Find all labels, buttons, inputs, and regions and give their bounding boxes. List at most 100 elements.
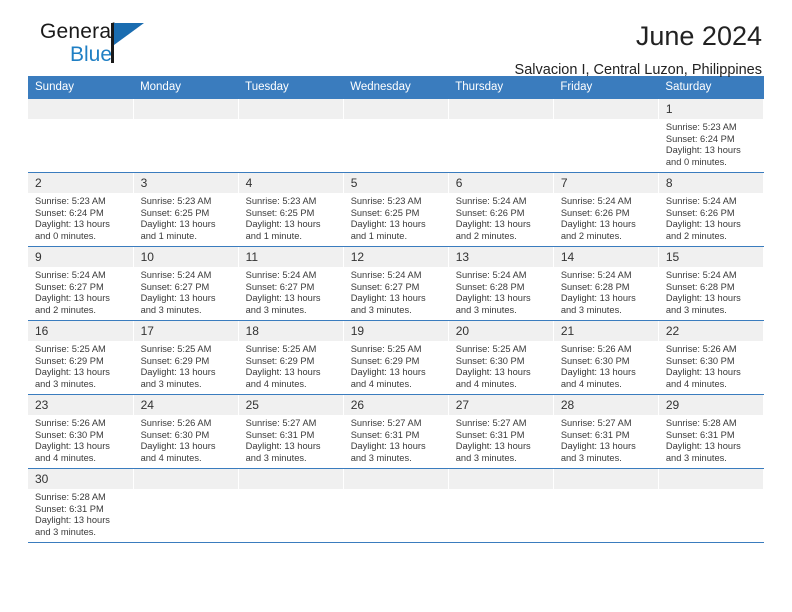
calendar-body: 1 Sunrise: 5:23 AM Sunset: 6:24 PM Daylight… bbox=[28, 99, 765, 543]
calendar-day-cell[interactable]: 28 Sunrise: 5:27 AM Sunset: 6:31 PM Dayligh… bbox=[553, 394, 659, 469]
calendar-day-cell[interactable]: 22 Sunrise: 5:26 AM Sunset: 6:30 PM Dayligh… bbox=[658, 320, 765, 395]
calendar-day-cell[interactable]: 19 Sunrise: 5:25 AM Sunset: 6:29 PM Dayligh… bbox=[343, 320, 449, 395]
calendar-day-cell[interactable]: 2 Sunrise: 5:23 AM Sunset: 6:24 PM Daylight… bbox=[28, 172, 134, 247]
day-details: Sunrise: 5:24 AM Sunset: 6:27 PM Daylight:… bbox=[344, 267, 448, 316]
logo-text-blue: Blue bbox=[70, 43, 113, 66]
calendar-day-cell[interactable]: 15 Sunrise: 5:24 AM Sunset: 6:28 PM Dayligh… bbox=[658, 246, 765, 321]
day-details: Sunrise: 5:23 AM Sunset: 6:25 PM Daylight:… bbox=[344, 193, 448, 242]
sunrise-text: Sunrise: 5:27 AM bbox=[350, 418, 422, 428]
calendar-day-cell[interactable]: 27 Sunrise: 5:27 AM Sunset: 6:31 PM Dayligh… bbox=[448, 394, 554, 469]
sunrise-text: Sunrise: 5:26 AM bbox=[560, 344, 632, 354]
daylight-text: Daylight: 13 hours and 4 minutes. bbox=[560, 367, 636, 389]
day-number: 14 bbox=[553, 247, 658, 267]
daylight-text: Daylight: 13 hours and 2 minutes. bbox=[560, 219, 636, 241]
day-details: Sunrise: 5:26 AM Sunset: 6:30 PM Daylight:… bbox=[554, 341, 658, 390]
day-number-placeholder bbox=[343, 469, 448, 489]
day-details: Sunrise: 5:27 AM Sunset: 6:31 PM Daylight:… bbox=[554, 415, 658, 464]
day-number: 13 bbox=[448, 247, 553, 267]
calendar-day-cell[interactable]: 25 Sunrise: 5:27 AM Sunset: 6:31 PM Dayligh… bbox=[238, 394, 344, 469]
calendar-day-cell[interactable]: 11 Sunrise: 5:24 AM Sunset: 6:27 PM Dayligh… bbox=[238, 246, 344, 321]
sunrise-text: Sunrise: 5:25 AM bbox=[455, 344, 527, 354]
daylight-text: Daylight: 13 hours and 3 minutes. bbox=[455, 441, 531, 463]
day-details: Sunrise: 5:27 AM Sunset: 6:31 PM Daylight:… bbox=[344, 415, 448, 464]
calendar-day-cell[interactable]: 8 Sunrise: 5:24 AM Sunset: 6:26 PM Daylight… bbox=[658, 172, 765, 247]
sunrise-text: Sunrise: 5:26 AM bbox=[35, 418, 106, 428]
calendar-day-cell[interactable]: 23 Sunrise: 5:26 AM Sunset: 6:30 PM Dayligh… bbox=[28, 394, 134, 469]
calendar-day-cell[interactable]: 24 Sunrise: 5:26 AM Sunset: 6:30 PM Dayligh… bbox=[133, 394, 239, 469]
sunset-text: Sunset: 6:31 PM bbox=[245, 429, 315, 440]
day-details: Sunrise: 5:24 AM Sunset: 6:28 PM Daylight:… bbox=[554, 267, 658, 316]
day-number: 1 bbox=[658, 99, 763, 119]
day-number: 19 bbox=[343, 321, 448, 341]
calendar-day-cell[interactable]: 26 Sunrise: 5:27 AM Sunset: 6:31 PM Dayligh… bbox=[343, 394, 449, 469]
calendar-day-cell[interactable]: 9 Sunrise: 5:24 AM Sunset: 6:27 PM Daylight… bbox=[28, 246, 134, 321]
daylight-text: Daylight: 13 hours and 3 minutes. bbox=[560, 441, 636, 463]
sunset-text: Sunset: 6:30 PM bbox=[665, 355, 735, 366]
day-details: Sunrise: 5:25 AM Sunset: 6:29 PM Daylight:… bbox=[134, 341, 238, 390]
day-details: Sunrise: 5:23 AM Sunset: 6:24 PM Daylight:… bbox=[28, 193, 133, 242]
daylight-text: Daylight: 13 hours and 3 minutes. bbox=[350, 293, 426, 315]
sunset-text: Sunset: 6:27 PM bbox=[245, 281, 315, 292]
calendar-day-cell[interactable]: 20 Sunrise: 5:25 AM Sunset: 6:30 PM Dayligh… bbox=[448, 320, 554, 395]
sunrise-text: Sunrise: 5:25 AM bbox=[245, 344, 317, 354]
calendar-day-cell[interactable]: 10 Sunrise: 5:24 AM Sunset: 6:27 PM Dayligh… bbox=[133, 246, 239, 321]
calendar-day-cell[interactable]: 13 Sunrise: 5:24 AM Sunset: 6:28 PM Dayligh… bbox=[448, 246, 554, 321]
day-number: 15 bbox=[658, 247, 763, 267]
calendar-day-cell[interactable]: 21 Sunrise: 5:26 AM Sunset: 6:30 PM Dayligh… bbox=[553, 320, 659, 395]
calendar-day-cell[interactable]: 29 Sunrise: 5:28 AM Sunset: 6:31 PM Dayligh… bbox=[658, 394, 765, 469]
calendar-day-cell[interactable]: 16 Sunrise: 5:25 AM Sunset: 6:29 PM Dayligh… bbox=[28, 320, 134, 395]
day-details: Sunrise: 5:27 AM Sunset: 6:31 PM Daylight:… bbox=[449, 415, 553, 464]
sunset-text: Sunset: 6:27 PM bbox=[140, 281, 210, 292]
sunset-text: Sunset: 6:25 PM bbox=[245, 207, 315, 218]
day-details: Sunrise: 5:26 AM Sunset: 6:30 PM Daylight:… bbox=[28, 415, 133, 464]
general-blue-logo[interactable]: General Blue bbox=[28, 20, 208, 76]
day-number: 23 bbox=[28, 395, 133, 415]
day-number-placeholder bbox=[343, 99, 448, 119]
day-number: 12 bbox=[343, 247, 448, 267]
day-details: Sunrise: 5:24 AM Sunset: 6:28 PM Daylight:… bbox=[659, 267, 763, 316]
calendar-cell-empty bbox=[343, 99, 449, 173]
day-number-placeholder bbox=[28, 99, 133, 119]
day-number-placeholder bbox=[448, 469, 553, 489]
title-block: June 2024 Salvacion I, Central Luzon, Ph… bbox=[515, 20, 764, 81]
daylight-text: Daylight: 13 hours and 4 minutes. bbox=[245, 367, 321, 389]
daylight-text: Daylight: 13 hours and 2 minutes. bbox=[455, 219, 531, 241]
day-number-placeholder bbox=[448, 99, 553, 119]
daylight-text: Daylight: 13 hours and 3 minutes. bbox=[665, 441, 741, 463]
calendar-day-cell[interactable]: 17 Sunrise: 5:25 AM Sunset: 6:29 PM Dayligh… bbox=[133, 320, 239, 395]
daylight-text: Daylight: 13 hours and 3 minutes. bbox=[560, 293, 636, 315]
calendar-day-cell[interactable]: 4 Sunrise: 5:23 AM Sunset: 6:25 PM Daylight… bbox=[238, 172, 344, 247]
calendar-day-cell[interactable]: 5 Sunrise: 5:23 AM Sunset: 6:25 PM Daylight… bbox=[343, 172, 449, 247]
location-subtitle: Salvacion I, Central Luzon, Philippines bbox=[514, 62, 762, 78]
calendar-week-row: 23 Sunrise: 5:26 AM Sunset: 6:30 PM Dayligh… bbox=[28, 394, 765, 469]
calendar-day-cell[interactable]: 7 Sunrise: 5:24 AM Sunset: 6:26 PM Daylight… bbox=[553, 172, 659, 247]
sunset-text: Sunset: 6:25 PM bbox=[350, 207, 420, 218]
calendar-day-cell[interactable]: 3 Sunrise: 5:23 AM Sunset: 6:25 PM Daylight… bbox=[133, 172, 239, 247]
calendar-cell-empty bbox=[133, 99, 239, 173]
calendar-day-cell[interactable]: 14 Sunrise: 5:24 AM Sunset: 6:28 PM Dayligh… bbox=[553, 246, 659, 321]
weekday-header-monday: Monday bbox=[133, 76, 239, 99]
sunrise-text: Sunrise: 5:27 AM bbox=[455, 418, 527, 428]
sunrise-text: Sunrise: 5:24 AM bbox=[350, 270, 422, 280]
day-number: 24 bbox=[133, 395, 238, 415]
day-details: Sunrise: 5:24 AM Sunset: 6:26 PM Daylight:… bbox=[659, 193, 763, 242]
calendar-day-cell[interactable]: 18 Sunrise: 5:25 AM Sunset: 6:29 PM Dayligh… bbox=[238, 320, 344, 395]
calendar-day-cell[interactable]: 30 Sunrise: 5:28 AM Sunset: 6:31 PM Dayligh… bbox=[28, 468, 134, 543]
daylight-text: Daylight: 13 hours and 3 minutes. bbox=[245, 293, 321, 315]
calendar-day-cell[interactable]: 12 Sunrise: 5:24 AM Sunset: 6:27 PM Dayligh… bbox=[343, 246, 449, 321]
sunset-text: Sunset: 6:26 PM bbox=[665, 207, 735, 218]
calendar-day-cell[interactable]: 1 Sunrise: 5:23 AM Sunset: 6:24 PM Daylight… bbox=[658, 99, 765, 173]
sunrise-text: Sunrise: 5:23 AM bbox=[245, 196, 317, 206]
day-number: 8 bbox=[658, 173, 763, 193]
sunset-text: Sunset: 6:31 PM bbox=[350, 429, 420, 440]
day-number-placeholder bbox=[238, 99, 343, 119]
calendar-day-cell[interactable]: 6 Sunrise: 5:24 AM Sunset: 6:26 PM Daylight… bbox=[448, 172, 554, 247]
daylight-text: Daylight: 13 hours and 4 minutes. bbox=[140, 441, 216, 463]
daylight-text: Daylight: 13 hours and 2 minutes. bbox=[665, 219, 741, 241]
sunset-text: Sunset: 6:29 PM bbox=[350, 355, 420, 366]
sunset-text: Sunset: 6:28 PM bbox=[455, 281, 525, 292]
calendar-cell-empty bbox=[553, 468, 659, 543]
sunrise-text: Sunrise: 5:25 AM bbox=[350, 344, 422, 354]
day-details: Sunrise: 5:24 AM Sunset: 6:27 PM Daylight:… bbox=[134, 267, 238, 316]
day-details: Sunrise: 5:23 AM Sunset: 6:25 PM Daylight:… bbox=[134, 193, 238, 242]
